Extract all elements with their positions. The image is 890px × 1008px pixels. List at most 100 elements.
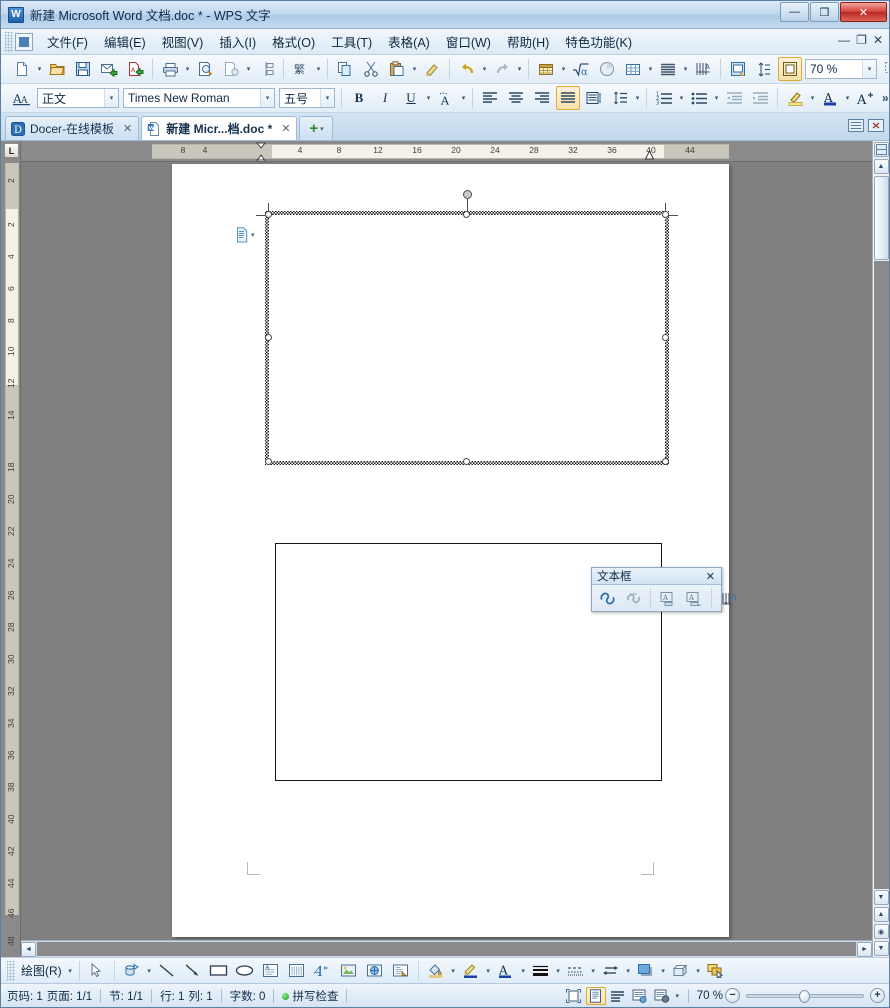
resize-handle-n[interactable]: [463, 211, 470, 218]
page-view-button[interactable]: [585, 986, 606, 1005]
vscroll-thumb[interactable]: [873, 176, 889, 260]
vscroll-track[interactable]: [873, 261, 889, 889]
new-tab-caret-icon[interactable]: ▾: [320, 125, 324, 133]
line-color-caret-icon[interactable]: ▾: [484, 959, 493, 983]
align-center-icon[interactable]: [504, 86, 528, 110]
document-permission-icon[interactable]: [219, 57, 243, 81]
close-tab-icon[interactable]: [868, 118, 885, 137]
underline-caret-icon[interactable]: ▾: [424, 86, 433, 110]
menu-window[interactable]: 窗口(W): [438, 29, 499, 54]
menu-features[interactable]: 特色功能(K): [557, 29, 640, 54]
zoom-out-button[interactable]: −: [725, 988, 740, 1003]
font-size-combo[interactable]: 五号 ▾: [279, 88, 335, 108]
text-box-floating-toolbar[interactable]: 文本框 ✕ A A A: [591, 567, 737, 612]
maximize-button[interactable]: ❐: [810, 2, 839, 22]
resize-handle-ne[interactable]: [662, 211, 669, 218]
menu-help[interactable]: 帮助(H): [499, 29, 557, 54]
undo-caret-icon[interactable]: ▾: [480, 57, 489, 81]
print-preview-icon[interactable]: [193, 57, 217, 81]
undo-icon[interactable]: [455, 57, 479, 81]
styles-icon[interactable]: A A: [10, 86, 34, 110]
line-style-icon[interactable]: [529, 959, 553, 983]
text-box-content[interactable]: [269, 215, 665, 461]
previous-text-box-icon[interactable]: A: [656, 586, 680, 610]
font-color-caret-icon[interactable]: ▾: [519, 959, 528, 983]
header-footer-icon[interactable]: [726, 57, 750, 81]
zoom-combo[interactable]: 70 % ▾: [805, 59, 877, 79]
3d-style-caret-icon[interactable]: ▾: [694, 959, 703, 983]
arrow-style-icon[interactable]: [599, 959, 623, 983]
menu-view[interactable]: 视图(V): [154, 29, 212, 54]
tab-docer-online-templates[interactable]: D Docer-在线模板 ✕: [5, 116, 140, 140]
decrease-indent-icon[interactable]: [722, 86, 746, 110]
clip-art-icon[interactable]: [363, 959, 387, 983]
font-color-icon[interactable]: A: [494, 959, 518, 983]
font-name-caret-icon[interactable]: ▾: [260, 89, 274, 107]
next-page-button[interactable]: ▼: [873, 941, 889, 956]
change-text-direction-icon[interactable]: A: [717, 586, 741, 610]
vertical-scrollbar[interactable]: ▲ ▼ ▲ ◉ ▼: [872, 141, 889, 957]
menu-table[interactable]: 表格(A): [380, 29, 438, 54]
paragraph-style-caret-icon[interactable]: ▾: [104, 89, 118, 107]
open-folder-icon[interactable]: [45, 57, 69, 81]
line-style-caret-icon[interactable]: ▾: [554, 959, 563, 983]
print-icon[interactable]: [158, 57, 182, 81]
format-painter-icon[interactable]: [420, 57, 444, 81]
web-layout-view-button[interactable]: [630, 987, 650, 1005]
compare-icon[interactable]: [254, 57, 278, 81]
dash-style-icon[interactable]: [564, 959, 588, 983]
menu-insert[interactable]: 插入(I): [211, 29, 264, 54]
doc-minimize-button[interactable]: —: [838, 33, 850, 47]
save-icon[interactable]: [71, 57, 95, 81]
resize-handle-se[interactable]: [662, 458, 669, 465]
selected-text-box[interactable]: [256, 190, 678, 465]
shadow-style-caret-icon[interactable]: ▾: [659, 959, 668, 983]
text-box-toolbar-title-bar[interactable]: 文本框 ✕: [592, 568, 721, 585]
paragraph-layout-icon[interactable]: [656, 57, 680, 81]
tab-list-icon[interactable]: [848, 118, 865, 137]
line-color-icon[interactable]: [459, 959, 483, 983]
right-indent-marker[interactable]: [644, 150, 655, 161]
align-right-icon[interactable]: [530, 86, 554, 110]
export-pdf-icon[interactable]: A: [123, 57, 147, 81]
resize-handle-e[interactable]: [662, 334, 669, 341]
show-marks-icon[interactable]: A: [691, 57, 715, 81]
create-text-box-link-icon[interactable]: [595, 586, 619, 610]
redo-icon[interactable]: [490, 57, 514, 81]
outline-view-button[interactable]: [608, 987, 628, 1005]
word-art-icon[interactable]: A: [311, 959, 335, 983]
document-permission-caret-icon[interactable]: ▾: [244, 57, 253, 81]
copy-icon[interactable]: [333, 57, 357, 81]
arrow-style-caret-icon[interactable]: ▾: [624, 959, 633, 983]
character-border-icon[interactable]: A: [434, 86, 458, 110]
insert-table-icon[interactable]: [534, 57, 558, 81]
hscroll-track[interactable]: [37, 942, 856, 956]
new-document-icon[interactable]: [10, 57, 34, 81]
distribute-icon[interactable]: [582, 86, 606, 110]
diagram-icon[interactable]: [389, 959, 413, 983]
menu-edit[interactable]: 编辑(E): [96, 29, 154, 54]
bulleted-list-caret-icon[interactable]: ▾: [712, 86, 721, 110]
menu-tools[interactable]: 工具(T): [323, 29, 380, 54]
oval-icon[interactable]: [233, 959, 257, 983]
fill-color-icon[interactable]: [424, 959, 448, 983]
line-icon[interactable]: [155, 959, 179, 983]
table-grid-caret-icon[interactable]: ▾: [646, 57, 655, 81]
horizontal-ruler[interactable]: 8 4 4 8 12 16 20 24 28 32 36 40 44: [21, 141, 872, 162]
grow-font-icon[interactable]: A: [853, 86, 877, 110]
zoom-slider-thumb[interactable]: [799, 989, 810, 1003]
numbered-list-caret-icon[interactable]: ▾: [677, 86, 686, 110]
fullscreen-icon[interactable]: [778, 57, 802, 81]
traditional-chinese-icon[interactable]: 繁: [289, 57, 313, 81]
zoom-slider[interactable]: [746, 989, 864, 1003]
formatting-toolbar-overflow-button[interactable]: »: [878, 91, 889, 105]
document-page[interactable]: ▾ 文本框 ✕ A A A: [172, 164, 737, 937]
first-line-indent-marker[interactable]: [255, 142, 267, 162]
bold-icon[interactable]: B: [347, 86, 371, 110]
table-grid-icon[interactable]: [621, 57, 645, 81]
scroll-up-button[interactable]: ▲: [873, 159, 889, 174]
insert-table-caret-icon[interactable]: ▾: [559, 57, 568, 81]
reading-layout-caret-icon[interactable]: ▾: [673, 984, 682, 1008]
tab-stop-selector[interactable]: L: [4, 143, 19, 158]
bulleted-list-icon[interactable]: [687, 86, 711, 110]
